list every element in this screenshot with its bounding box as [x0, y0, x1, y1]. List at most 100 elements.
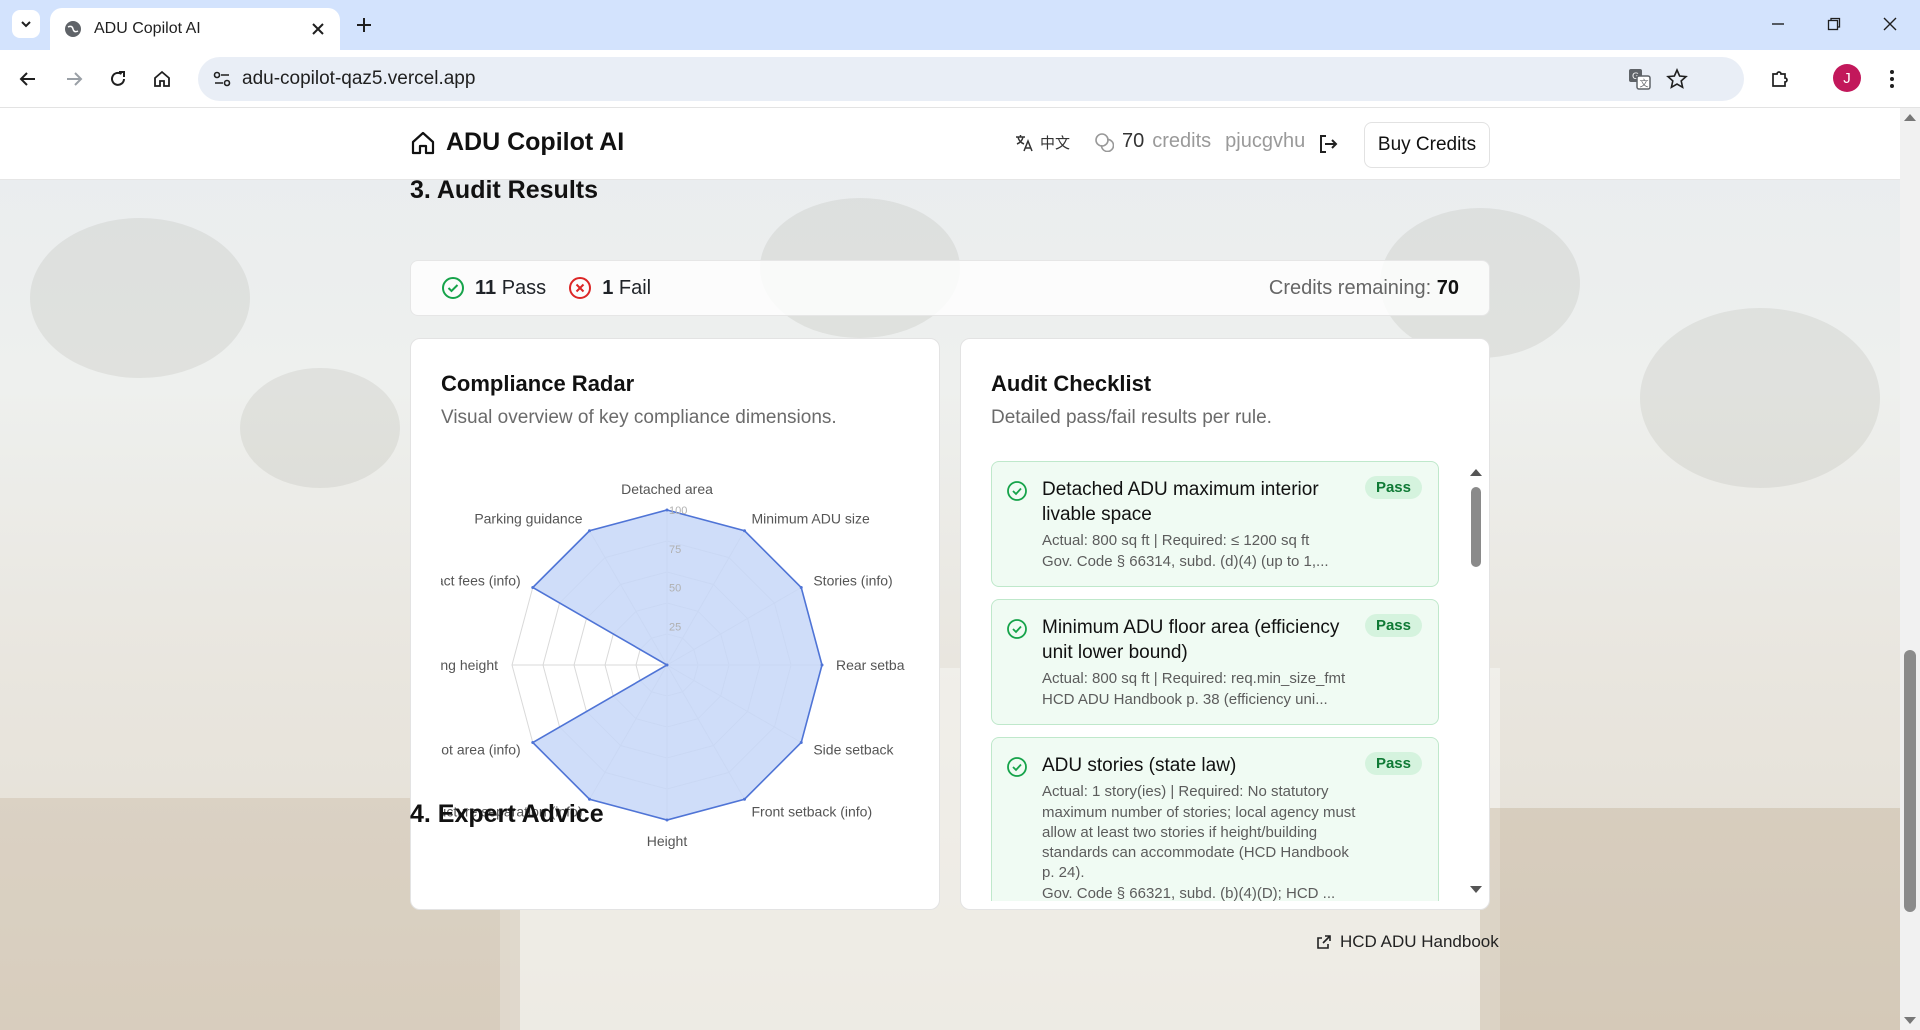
restore-icon	[1827, 17, 1841, 31]
checklist-item: Minimum ADU floor area (efficiency unit …	[991, 598, 1439, 725]
checklist-detail: Actual: 800 sq ft | Required: req.min_si…	[1042, 670, 1346, 688]
radar-axis-label: Lot area (info)	[441, 742, 521, 758]
status-badge: Pass	[1364, 751, 1422, 775]
radar-data-point	[820, 663, 824, 667]
language-label: 中文	[1040, 135, 1071, 152]
audit-checklist[interactable]: Detached ADU maximum interior livable sp…	[991, 461, 1439, 901]
scroll-thumb[interactable]	[1471, 487, 1481, 567]
buy-credits-button[interactable]: Buy Credits	[1364, 122, 1490, 168]
compliance-radar-chart: 25 50 75 100 Detached area Minimum ADU size St…	[441, 457, 911, 857]
radar-axis-label: Parking guidance	[474, 511, 582, 527]
status-badge: Pass	[1364, 613, 1422, 637]
site-settings-icon[interactable]	[212, 69, 232, 89]
address-bar[interactable]: adu-copilot-qaz5.vercel.app G文	[198, 57, 1744, 101]
background-palm	[30, 218, 250, 378]
check-circle-icon	[1007, 618, 1027, 639]
profile-avatar[interactable]: J	[1833, 64, 1861, 92]
url-text[interactable]: adu-copilot-qaz5.vercel.app	[242, 68, 475, 90]
bookmark-star-icon[interactable]	[1666, 68, 1688, 90]
checklist-detail: Actual: 800 sq ft | Required: ≤ 1200 sq …	[1042, 532, 1310, 550]
checklist-citation: Gov. Code § 66321, subd. (b)(4)(D); HCD …	[1042, 884, 1336, 901]
new-tab-button[interactable]	[352, 13, 376, 37]
radar-card-title: Compliance Radar	[441, 371, 635, 396]
brand-name: ADU Copilot AI	[446, 128, 625, 156]
radar-axis-label: Stories (info)	[813, 573, 892, 589]
scroll-up-arrow[interactable]	[1904, 114, 1916, 121]
scroll-down-arrow[interactable]	[1904, 1017, 1916, 1024]
check-circle-icon	[1007, 756, 1027, 777]
radar-axis-label: Height	[647, 833, 688, 849]
radar-axis-label: Detached area	[621, 481, 713, 497]
radar-data-point	[531, 741, 535, 744]
hcd-handbook-link[interactable]: HCD ADU Handbook	[1316, 932, 1499, 952]
brand[interactable]: ADU Copilot AI	[410, 128, 624, 157]
hcd-handbook-label: HCD ADU Handbook	[1340, 932, 1499, 951]
background-fence	[1480, 808, 1900, 1030]
translate-icon[interactable]: G文	[1628, 68, 1652, 90]
checklist-card-description: Detailed pass/fail results per rule.	[991, 407, 1272, 428]
radar-data-point	[799, 586, 803, 589]
app-header: ADU Copilot AI 中文 70 credits pjucgvhu Bu…	[0, 108, 1900, 180]
reload-button[interactable]	[104, 65, 132, 93]
page-scrollbar[interactable]	[1900, 108, 1920, 1030]
pass-stat: 11 Pass	[441, 276, 546, 300]
audit-checklist-card: Audit Checklist Detailed pass/fail resul…	[960, 338, 1490, 910]
checklist-rule: ADU stories (state law)	[1042, 754, 1237, 776]
fail-count: 1	[602, 276, 614, 299]
checklist-detail: Actual: 1 story(ies) | Required: No stat…	[1042, 783, 1356, 882]
minimize-button[interactable]	[1766, 12, 1790, 36]
pass-label: Pass	[501, 276, 547, 299]
more-vertical-icon	[1890, 70, 1894, 88]
radar-axis-label: Minimum ADU size	[752, 511, 870, 527]
credits-remaining-label: Credits remaining:	[1268, 276, 1432, 299]
radar-data-point	[743, 797, 746, 801]
plus-icon	[357, 18, 371, 32]
window-close-button[interactable]	[1878, 12, 1902, 36]
radar-data-point	[799, 741, 803, 744]
expert-advice-title: 4. Expert Advice	[410, 800, 604, 828]
close-icon	[1883, 17, 1897, 31]
chevron-down-icon	[21, 21, 31, 28]
radar-data-point	[588, 529, 591, 533]
checklist-item: Detached ADU maximum interior livable sp…	[991, 461, 1439, 587]
radar-axis-label: Front setback (info)	[752, 803, 873, 819]
restore-button[interactable]	[1822, 12, 1846, 36]
radar-axis-label: act fees (info)	[441, 573, 521, 589]
arrow-right-icon	[67, 72, 83, 86]
radar-axis-label: Rear setba	[836, 657, 905, 673]
tab-title: ADU Copilot AI	[94, 20, 201, 37]
extensions-button[interactable]	[1766, 65, 1794, 93]
scroll-thumb[interactable]	[1904, 650, 1916, 912]
check-circle-icon	[442, 277, 464, 299]
forward-button[interactable]	[60, 65, 88, 93]
arrow-left-icon	[19, 72, 35, 86]
credits-count: 70	[1122, 130, 1145, 152]
radar-card-description: Visual overview of key compliance dimens…	[441, 407, 837, 428]
radar-tick-label: 25	[669, 621, 681, 633]
radar-tick-label: 100	[669, 505, 687, 517]
checklist-scrollbar[interactable]	[1469, 469, 1483, 893]
home-button[interactable]	[148, 65, 176, 93]
language-toggle[interactable]: 中文	[1014, 132, 1070, 153]
scroll-up-arrow[interactable]	[1470, 469, 1482, 476]
radar-data-point	[531, 586, 535, 589]
radar-tick-label: 75	[669, 544, 681, 556]
browser-tab[interactable]: ADU Copilot AI	[50, 8, 340, 50]
radar-svg: 25 50 75 100 Detached area Minimum ADU size St…	[441, 481, 905, 849]
check-circle-icon	[1007, 481, 1027, 501]
close-icon[interactable]	[310, 21, 326, 37]
credits-remaining-value: 70	[1436, 276, 1459, 299]
fail-stat: 1 Fail	[568, 276, 651, 300]
pass-count: 11	[475, 276, 497, 299]
logout-icon[interactable]	[1316, 132, 1340, 156]
reload-icon	[111, 71, 125, 86]
x-circle-icon	[569, 277, 592, 299]
background-palm	[240, 368, 400, 488]
scroll-down-arrow[interactable]	[1470, 886, 1482, 893]
back-button[interactable]	[14, 65, 42, 93]
tab-search-button[interactable]	[12, 10, 40, 38]
credits-unit: credits	[1152, 130, 1212, 152]
status-badge: Pass	[1364, 476, 1422, 499]
browser-menu-button[interactable]	[1878, 65, 1906, 93]
radar-axis-label: ing height	[441, 657, 498, 673]
